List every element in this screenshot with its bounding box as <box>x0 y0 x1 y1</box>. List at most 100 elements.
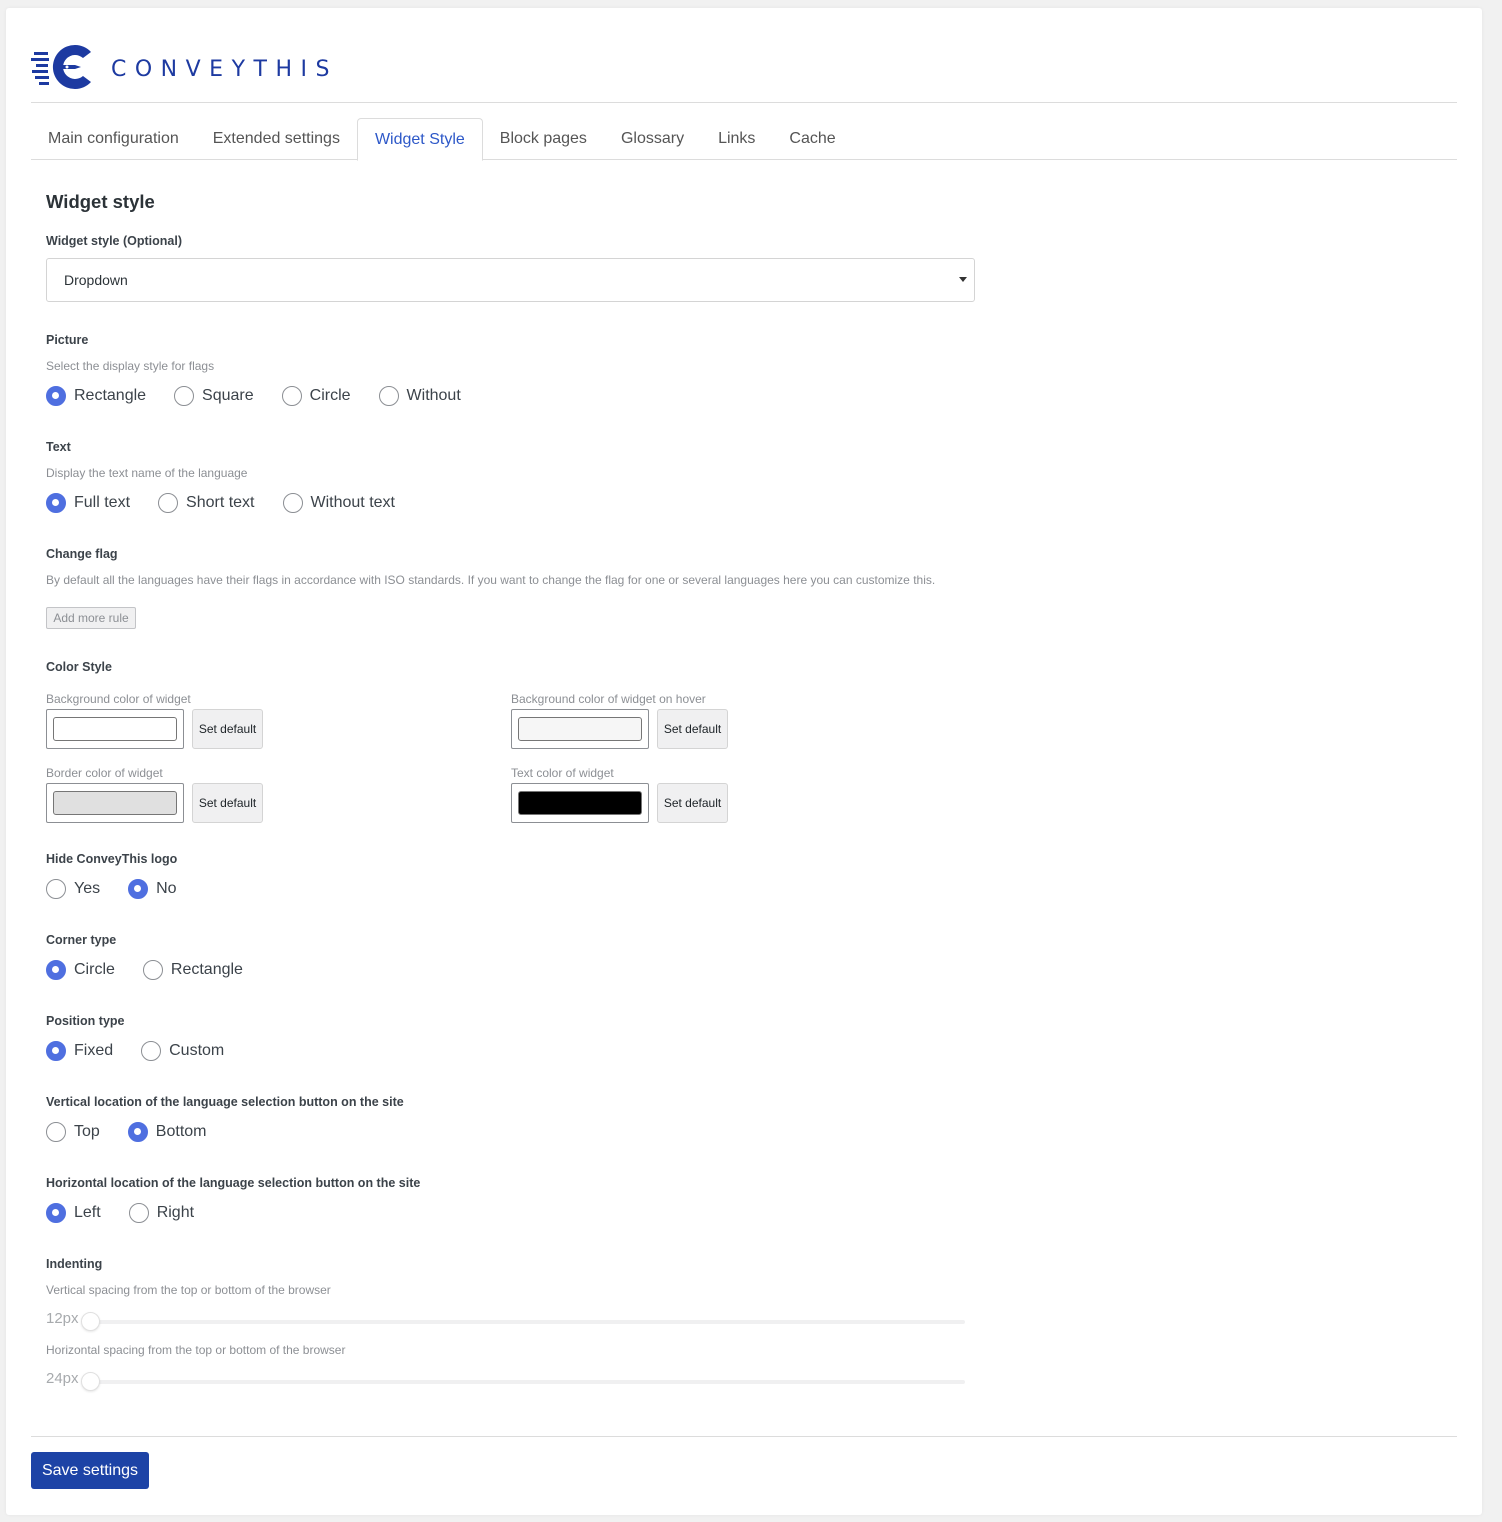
radio-selected[interactable] <box>46 386 66 406</box>
brand-name: CONVEYTHIS <box>111 56 338 82</box>
footer-divider <box>31 1436 1457 1437</box>
horizontal-spacing-slider: 24px <box>46 1370 966 1391</box>
radio-label: Full text <box>74 494 131 511</box>
tab-glossary[interactable]: Glossary <box>604 118 701 160</box>
bg-hover-color-swatch[interactable] <box>518 717 642 741</box>
position-type-label: Position type <box>46 1014 125 1028</box>
radio-label: Fixed <box>74 1042 114 1059</box>
indenting-label: Indenting <box>46 1257 103 1271</box>
tab-widget-style[interactable]: Widget Style <box>356 118 483 161</box>
picture-option-rectangle[interactable]: Rectangle <box>46 386 146 406</box>
change-flag-desc: By default all the languages have their … <box>46 573 936 587</box>
radio-label: Short text <box>186 494 255 511</box>
bg-color-label: Background color of widget <box>46 692 191 706</box>
bg-color-picker[interactable] <box>46 709 184 749</box>
picture-option-circle[interactable]: Circle <box>281 386 351 406</box>
border-color-label: Border color of widget <box>46 766 163 780</box>
add-more-rule-button[interactable]: Add more rule <box>46 607 136 629</box>
vertical-spacing-desc: Vertical spacing from the top or bottom … <box>46 1283 331 1297</box>
vertical-spacing-slider: 12px <box>46 1310 966 1331</box>
radio-unselected[interactable] <box>282 493 303 513</box>
corner-option-rectangle[interactable]: Rectangle <box>142 960 243 980</box>
text-option-short[interactable]: Short text <box>158 493 255 513</box>
horizontal-option-right[interactable]: Right <box>128 1203 194 1223</box>
border-color-swatch[interactable] <box>53 791 177 815</box>
radio-label: Without text <box>310 494 395 511</box>
text-label: Text <box>46 440 71 454</box>
radio-unselected[interactable] <box>378 386 399 406</box>
radio-label: Top <box>74 1123 100 1140</box>
text-set-default-button[interactable]: Set default <box>657 783 728 823</box>
header-divider <box>31 102 1457 103</box>
text-color-label: Text color of widget <box>511 766 614 780</box>
radio-selected[interactable] <box>46 1203 66 1223</box>
bg-set-default-button[interactable]: Set default <box>192 709 263 749</box>
corner-option-circle[interactable]: Circle <box>46 960 115 980</box>
settings-tabs: Main configuration Extended settings Wid… <box>31 118 1457 161</box>
slider-track[interactable] <box>90 1380 965 1384</box>
radio-unselected[interactable] <box>128 1203 149 1223</box>
radio-label: Rectangle <box>170 961 243 978</box>
radio-unselected[interactable] <box>158 493 179 513</box>
radio-label: Circle <box>74 961 115 978</box>
picture-option-square[interactable]: Square <box>174 386 254 406</box>
slider-thumb[interactable] <box>81 1312 100 1331</box>
text-option-without[interactable]: Without text <box>282 493 395 513</box>
text-color-picker[interactable] <box>511 783 649 823</box>
hide-logo-option-no[interactable]: No <box>128 879 177 899</box>
border-set-default-button[interactable]: Set default <box>192 783 263 823</box>
picture-option-without[interactable]: Without <box>378 386 461 406</box>
vertical-location-label: Vertical location of the language select… <box>46 1095 404 1109</box>
slider-thumb[interactable] <box>81 1372 100 1391</box>
horizontal-option-left[interactable]: Left <box>46 1203 101 1223</box>
radio-selected[interactable] <box>46 960 66 980</box>
radio-selected[interactable] <box>127 1122 148 1142</box>
picture-label: Picture <box>46 333 89 347</box>
radio-unselected[interactable] <box>174 386 195 406</box>
hide-logo-label: Hide ConveyThis logo <box>46 852 178 866</box>
slider-track[interactable] <box>90 1320 965 1324</box>
radio-unselected[interactable] <box>46 1122 66 1142</box>
radio-label: Without <box>406 387 461 404</box>
horizontal-location-label: Horizontal location of the language sele… <box>46 1176 421 1190</box>
text-radio-group: Full text Short text Without text <box>46 492 423 514</box>
save-settings-button[interactable]: Save settings <box>31 1452 149 1489</box>
corner-type-radio-group: Circle Rectangle <box>46 959 271 981</box>
horizontal-spacing-desc: Horizontal spacing from the top or botto… <box>46 1343 346 1357</box>
radio-selected[interactable] <box>46 493 66 513</box>
color-style-label: Color Style <box>46 660 112 674</box>
radio-label: No <box>156 880 177 897</box>
vertical-option-top[interactable]: Top <box>46 1122 100 1142</box>
radio-label: Bottom <box>155 1123 207 1140</box>
tab-links[interactable]: Links <box>701 118 772 160</box>
radio-unselected[interactable] <box>46 879 66 899</box>
horizontal-spacing-value: 24px <box>46 1370 79 1387</box>
bg-hover-set-default-button[interactable]: Set default <box>657 709 728 749</box>
change-flag-label: Change flag <box>46 547 118 561</box>
settings-card: CONVEYTHIS Main configuration Extended s… <box>6 8 1482 1515</box>
section-title: Widget style <box>46 191 155 212</box>
position-option-custom[interactable]: Custom <box>141 1041 224 1061</box>
tab-main-configuration[interactable]: Main configuration <box>31 118 196 160</box>
border-color-picker[interactable] <box>46 783 184 823</box>
text-option-full[interactable]: Full text <box>46 493 130 513</box>
hide-logo-option-yes[interactable]: Yes <box>46 879 100 899</box>
radio-selected[interactable] <box>46 1041 66 1061</box>
bg-hover-color-picker[interactable] <box>511 709 649 749</box>
text-color-swatch[interactable] <box>518 791 642 815</box>
widget-style-value: Dropdown <box>64 272 128 288</box>
radio-label: Square <box>202 387 254 404</box>
tab-cache[interactable]: Cache <box>772 118 852 160</box>
widget-style-select[interactable]: Dropdown <box>46 258 975 302</box>
radio-selected[interactable] <box>128 879 149 899</box>
vertical-option-bottom[interactable]: Bottom <box>127 1122 207 1142</box>
radio-label: Yes <box>74 880 101 897</box>
position-option-fixed[interactable]: Fixed <box>46 1041 113 1061</box>
radio-unselected[interactable] <box>281 386 302 406</box>
radio-unselected[interactable] <box>141 1041 162 1061</box>
radio-label: Left <box>74 1204 101 1221</box>
radio-unselected[interactable] <box>142 960 163 980</box>
bg-color-swatch[interactable] <box>53 717 177 741</box>
tab-extended-settings[interactable]: Extended settings <box>196 118 357 160</box>
tab-block-pages[interactable]: Block pages <box>483 118 604 160</box>
